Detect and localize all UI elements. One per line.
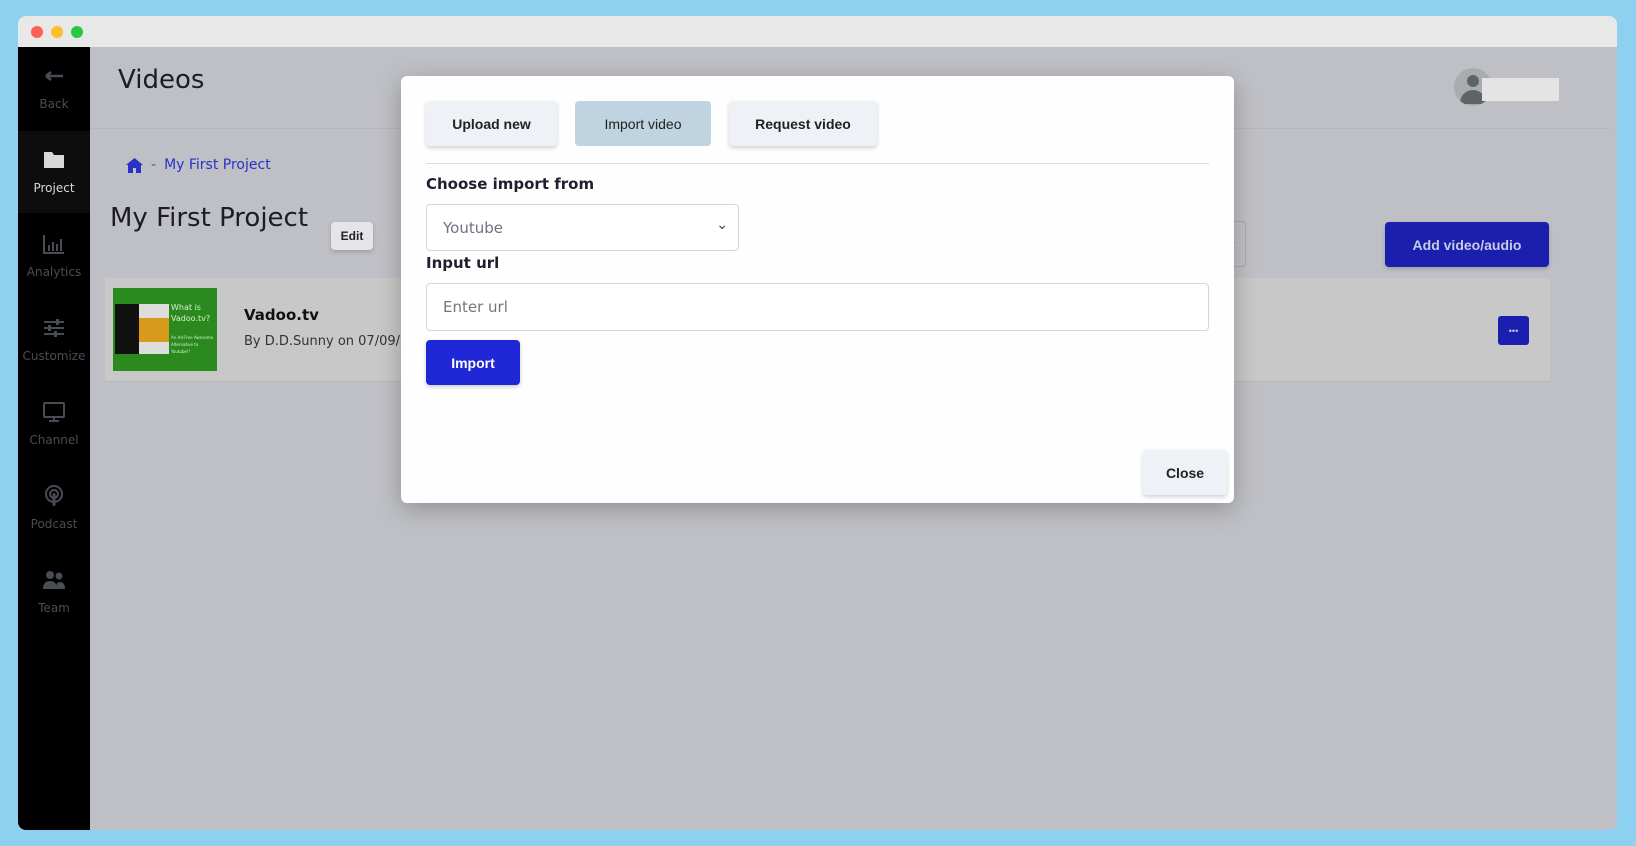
sidebar-item-analytics[interactable]: Analytics [18, 215, 90, 297]
sidebar-item-label: Back [39, 97, 69, 111]
sidebar-item-label: Channel [29, 433, 79, 447]
import-button[interactable]: Import [426, 340, 520, 385]
close-modal-button[interactable]: Close [1143, 450, 1227, 495]
maximize-window-button[interactable] [71, 26, 83, 38]
source-label: Choose import from [426, 175, 595, 193]
import-source-value: Youtube [443, 218, 503, 237]
url-label: Input url [426, 254, 500, 272]
thumbnail-title: What is Vadoo.tv? [171, 303, 211, 323]
modal-divider [426, 163, 1209, 164]
users-icon [43, 571, 65, 589]
sidebar-item-label: Team [38, 601, 70, 615]
video-menu-button[interactable]: ••• [1498, 316, 1529, 345]
breadcrumb-current[interactable]: My First Project [164, 157, 271, 173]
user-name-redacted [1482, 78, 1559, 101]
import-source-select[interactable]: Youtube ⌄ [426, 204, 739, 251]
sidebar-item-team[interactable]: Team [18, 551, 90, 633]
sidebar: Back Project Analytics Customize Channel… [18, 47, 90, 830]
sidebar-item-label: Podcast [30, 517, 78, 531]
podcast-icon [45, 485, 63, 506]
app-window: Back Project Analytics Customize Channel… [18, 16, 1617, 830]
sidebar-item-back[interactable]: Back [18, 47, 90, 129]
folder-icon [44, 152, 64, 168]
arrow-left-icon [45, 71, 63, 81]
minimize-window-button[interactable] [51, 26, 63, 38]
sidebar-item-podcast[interactable]: Podcast [18, 467, 90, 549]
tab-import-video[interactable]: Import video [575, 101, 711, 146]
sliders-icon [44, 319, 64, 337]
sidebar-item-label: Analytics [26, 265, 82, 279]
sidebar-item-channel[interactable]: Channel [18, 383, 90, 465]
breadcrumb-separator: - [151, 157, 157, 173]
sidebar-item-label: Project [33, 181, 75, 195]
sidebar-item-label: Customize [22, 349, 86, 363]
home-icon[interactable] [126, 157, 143, 173]
page-title: Videos [118, 65, 205, 95]
project-title: My First Project [110, 203, 309, 233]
url-input[interactable] [426, 283, 1209, 331]
tab-request-video[interactable]: Request video [729, 101, 877, 146]
tab-upload-new[interactable]: Upload new [426, 101, 557, 146]
video-meta: By D.D.Sunny on 07/09/20 [244, 334, 417, 349]
edit-project-button[interactable]: Edit [331, 222, 373, 250]
import-video-modal: Upload new Import video Request video Ch… [401, 76, 1234, 503]
add-video-audio-button[interactable]: Add video/audio [1385, 222, 1549, 267]
breadcrumb: - My First Project [126, 157, 271, 173]
thumbnail-subtitle: An Ad-Free Awesome Alternative to Youtub… [171, 335, 214, 354]
chevron-down-icon: ⌄ [716, 217, 728, 233]
video-thumbnail[interactable]: What is Vadoo.tv? An Ad-Free Awesome Alt… [113, 288, 217, 371]
sidebar-item-customize[interactable]: Customize [18, 299, 90, 381]
close-window-button[interactable] [31, 26, 43, 38]
monitor-icon [43, 402, 65, 422]
title-bar [18, 16, 1617, 47]
video-title[interactable]: Vadoo.tv [244, 306, 319, 324]
bar-chart-icon [43, 235, 64, 254]
sidebar-item-project[interactable]: Project [18, 131, 90, 213]
